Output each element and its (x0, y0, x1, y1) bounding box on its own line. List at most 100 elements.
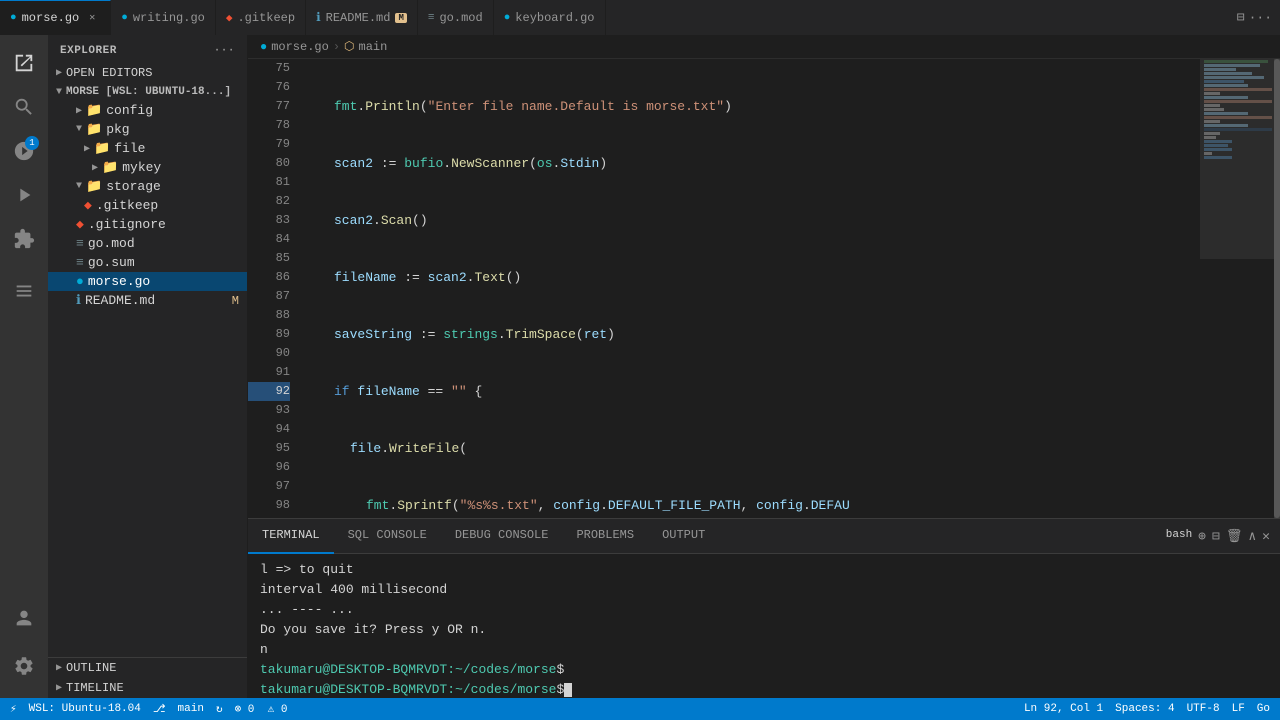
terminal-dollar2: $ (556, 682, 564, 697)
sidebar-item-storage[interactable]: ▼ 📁 storage (48, 177, 247, 196)
activity-remote[interactable] (4, 271, 44, 311)
activity-settings[interactable] (4, 646, 44, 686)
split-terminal-icon[interactable]: ⊟ (1212, 529, 1220, 544)
terminal-prompt-line1: takumaru@DESKTOP-BQMRVDT:~/codes/morse$ (260, 660, 1268, 680)
panel: TERMINAL SQL CONSOLE DEBUG CONSOLE PROBL… (248, 518, 1280, 698)
spaces-label[interactable]: Spaces: 4 (1115, 703, 1174, 715)
activity-account[interactable] (4, 598, 44, 638)
sidebar-item-go-sum[interactable]: ≡ go.sum (48, 253, 247, 272)
item-label: README.md (85, 293, 155, 308)
info-icon: ℹ (316, 10, 321, 25)
tab-gitkeep[interactable]: ◆ .gitkeep (216, 0, 306, 35)
folder-icon: 📁 (102, 160, 118, 175)
sidebar: EXPLORER ··· ▶ OPEN EDITORS ▼ MORSE [WSL… (48, 35, 248, 698)
sidebar-item-pkg[interactable]: ▼ 📁 pkg (48, 120, 247, 139)
sidebar-item-config[interactable]: ▶ 📁 config (48, 101, 247, 120)
kill-terminal-icon[interactable]: 🗑 (1226, 529, 1243, 544)
sync-icon[interactable]: ↻ (216, 702, 223, 716)
sidebar-item-file[interactable]: ▶ 📁 file (48, 139, 247, 158)
sidebar-item-readme[interactable]: ℹ README.md M (48, 291, 247, 310)
sidebar-item-mykey[interactable]: ▶ 📁 mykey (48, 158, 247, 177)
open-editors-section[interactable]: ▶ OPEN EDITORS (48, 63, 247, 83)
tab-writing-go[interactable]: ● writing.go (111, 0, 216, 35)
item-label: config (106, 103, 153, 118)
go-icon: ● (121, 12, 128, 24)
tab-sql-console[interactable]: SQL CONSOLE (334, 519, 441, 554)
tab-label: README.md (326, 11, 391, 25)
tab-output[interactable]: OUTPUT (648, 519, 719, 554)
code-editor: 75767778 79808182 83848586 87888990 9192… (248, 59, 1280, 518)
chevron-right-icon: ▶ (56, 67, 62, 79)
minimap[interactable] (1200, 59, 1280, 518)
breadcrumb: ● morse.go › ⬡ main (248, 35, 1280, 59)
breadcrumb-file[interactable]: morse.go (271, 40, 329, 54)
tab-terminal[interactable]: TERMINAL (248, 519, 334, 554)
breadcrumb-separator: › (333, 40, 340, 54)
activity-explorer[interactable] (4, 43, 44, 83)
tab-morse-go[interactable]: ● morse.go ✕ (0, 0, 111, 35)
terminal-path2: :~/codes/morse (447, 682, 556, 697)
activity-bar-bottom (4, 598, 44, 698)
go-icon: ● (10, 12, 17, 24)
chevron-down-icon: ▼ (76, 124, 82, 135)
sidebar-item-gitkeep[interactable]: ◆ .gitkeep (48, 196, 247, 215)
close-panel-icon[interactable]: ✕ (1262, 529, 1270, 544)
sidebar-more-icon[interactable]: ··· (214, 45, 235, 57)
terminal-cursor (564, 683, 572, 697)
status-bar: ⚡ WSL: Ubuntu-18.04 ⎇ main ↻ ⊗ 0 ⚠ 0 Ln … (0, 698, 1280, 720)
modified-badge: M (232, 294, 239, 308)
encoding-label[interactable]: UTF-8 (1187, 703, 1220, 715)
tab-debug-console[interactable]: DEBUG CONSOLE (441, 519, 563, 554)
breadcrumb-symbol-icon: ⬡ (344, 39, 354, 54)
terminal-content[interactable]: l => to quit interval 400 millisecond ..… (248, 554, 1280, 698)
tab-label: morse.go (22, 11, 80, 25)
tab-label: keyboard.go (515, 11, 594, 25)
terminal-line: n (260, 640, 1268, 660)
item-label: storage (106, 179, 161, 194)
activity-extensions[interactable] (4, 219, 44, 259)
line-col-label[interactable]: Ln 92, Col 1 (1024, 703, 1103, 715)
chevron-down-icon: ▼ (76, 181, 82, 192)
sidebar-item-morse-go[interactable]: ● morse.go (48, 272, 247, 291)
folder-icon: 📁 (86, 122, 102, 137)
breadcrumb-symbol[interactable]: main (359, 40, 388, 54)
workspace-section[interactable]: ▼ MORSE [WSL: UBUNTU-18...] (48, 83, 247, 101)
tab-label: writing.go (133, 11, 205, 25)
timeline-section[interactable]: ▶ TIMELINE (48, 678, 247, 698)
sum-icon: ≡ (76, 255, 84, 270)
go-icon: ● (504, 12, 511, 24)
new-terminal-icon[interactable]: ⊕ (1198, 529, 1206, 544)
tab-readme[interactable]: ℹ README.md M (306, 0, 418, 35)
tab-go-mod[interactable]: ≡ go.mod (418, 0, 494, 35)
wsl-label[interactable]: WSL: Ubuntu-18.04 (29, 703, 141, 715)
tab-problems[interactable]: PROBLEMS (562, 519, 648, 554)
terminal-line: l => to quit (260, 560, 1268, 580)
tabs-bar: ● morse.go ✕ ● writing.go ◆ .gitkeep ℹ R… (0, 0, 1280, 35)
split-editor-icon[interactable]: ⊟ (1237, 10, 1245, 25)
outline-section[interactable]: ▶ OUTLINE (48, 658, 247, 678)
chevron-right-icon: ▶ (76, 105, 82, 117)
branch-label[interactable]: main (178, 703, 204, 715)
language-label[interactable]: Go (1257, 703, 1270, 715)
remote-icon: ⚡ (10, 702, 17, 716)
collapse-panel-icon[interactable]: ∧ (1248, 529, 1256, 544)
tab-keyboard-go[interactable]: ● keyboard.go (494, 0, 606, 35)
code-content[interactable]: fmt.Println("Enter file name.Default is … (298, 59, 1200, 518)
sidebar-item-gitignore[interactable]: ◆ .gitignore (48, 215, 247, 234)
line-ending-label[interactable]: LF (1232, 703, 1245, 715)
tab-label: go.mod (439, 11, 482, 25)
activity-run[interactable] (4, 175, 44, 215)
go-icon: ● (260, 40, 267, 54)
item-label: morse.go (88, 274, 150, 289)
item-label: .gitkeep (96, 198, 158, 213)
modified-badge: M (395, 13, 406, 23)
chevron-down-icon: ▼ (56, 87, 62, 98)
tab-close-morse-go[interactable]: ✕ (84, 10, 100, 26)
chevron-right-icon: ▶ (92, 162, 98, 174)
sql-console-tab-label: SQL CONSOLE (348, 528, 427, 542)
activity-source-control[interactable]: 1 (4, 131, 44, 171)
errors-label[interactable]: ⊗ 0 ⚠ 0 (235, 702, 288, 716)
activity-search[interactable] (4, 87, 44, 127)
sidebar-item-go-mod[interactable]: ≡ go.mod (48, 234, 247, 253)
more-actions-icon[interactable]: ··· (1249, 10, 1272, 25)
